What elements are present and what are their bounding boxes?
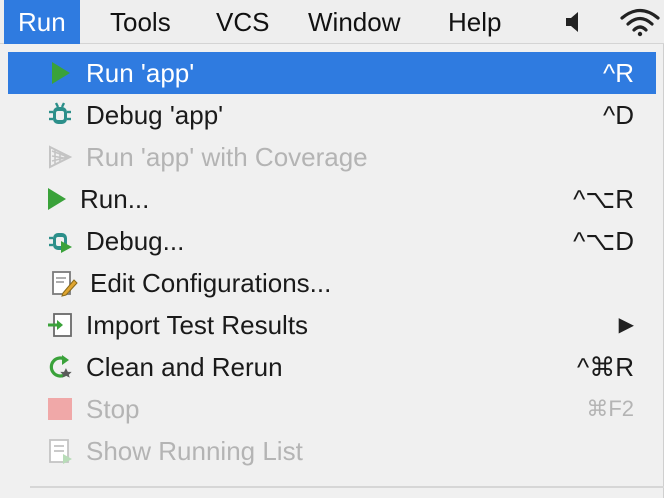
menu-item-shortcut: ^D bbox=[603, 100, 634, 130]
menu-item-label: Run 'app' bbox=[86, 58, 195, 88]
menubar-vcs[interactable]: VCS bbox=[202, 0, 283, 44]
menu-item-run-with-coverage[interactable]: Run 'app' with Coverage bbox=[8, 136, 656, 178]
submenu-arrow-icon: ▶ bbox=[618, 314, 634, 336]
menu-item-label: Debug 'app' bbox=[86, 100, 224, 130]
menu-item-clean-and-rerun[interactable]: Clean and Rerun ^⌘R bbox=[8, 346, 656, 388]
menu-item-label: Run 'app' with Coverage bbox=[86, 142, 368, 172]
volume-icon[interactable] bbox=[562, 0, 588, 44]
run-icon bbox=[46, 59, 74, 87]
menu-item-run-ellipsis[interactable]: Run... ^⌥R bbox=[8, 178, 656, 220]
menu-bar: Run Tools VCS Window Help bbox=[0, 0, 664, 44]
menubar-run[interactable]: Run bbox=[4, 0, 80, 44]
import-icon bbox=[46, 311, 74, 339]
debug-icon bbox=[46, 227, 74, 255]
menu-item-stop[interactable]: Stop ⌘F2 bbox=[8, 388, 656, 430]
menu-item-import-test-results[interactable]: Import Test Results ▶ bbox=[8, 304, 656, 346]
running-list-icon bbox=[46, 437, 74, 465]
menu-item-label: Stop bbox=[86, 394, 140, 424]
menu-item-label: Import Test Results bbox=[86, 310, 309, 340]
menu-item-edit-configurations[interactable]: Edit Configurations... bbox=[8, 262, 656, 304]
wifi-icon[interactable] bbox=[620, 0, 660, 44]
menu-item-shortcut: ^⌥R bbox=[573, 184, 634, 214]
menu-item-shortcut: ^⌥D bbox=[573, 226, 634, 256]
menubar-window[interactable]: Window bbox=[294, 0, 414, 44]
edit-configurations-icon bbox=[50, 269, 78, 297]
menu-item-debug-app[interactable]: Debug 'app' ^D bbox=[8, 94, 656, 136]
stop-icon bbox=[46, 395, 74, 423]
menu-item-debug-ellipsis[interactable]: Debug... ^⌥D bbox=[8, 220, 656, 262]
menu-item-shortcut: ⌘F2 bbox=[586, 396, 634, 421]
rerun-icon bbox=[46, 353, 74, 381]
menu-item-shortcut: ^⌘R bbox=[577, 352, 634, 382]
menu-item-run-app[interactable]: Run 'app' ^R bbox=[8, 52, 656, 94]
menu-separator bbox=[30, 486, 664, 488]
menu-item-label: Clean and Rerun bbox=[86, 352, 283, 382]
menu-item-show-running-list[interactable]: Show Running List bbox=[8, 430, 656, 472]
debug-icon bbox=[46, 101, 74, 129]
menu-item-label: Edit Configurations... bbox=[90, 268, 332, 298]
menubar-help[interactable]: Help bbox=[434, 0, 515, 44]
menu-item-label: Show Running List bbox=[86, 436, 303, 466]
run-icon bbox=[42, 185, 70, 213]
menu-item-shortcut: ^R bbox=[603, 58, 634, 88]
run-menu-dropdown: Run 'app' ^R Debug 'app' ^D Run 'app' wi… bbox=[0, 44, 664, 498]
menu-item-label: Debug... bbox=[86, 226, 185, 256]
menubar-tools[interactable]: Tools bbox=[96, 0, 185, 44]
menu-item-label: Run... bbox=[80, 184, 150, 214]
coverage-icon bbox=[46, 143, 74, 171]
